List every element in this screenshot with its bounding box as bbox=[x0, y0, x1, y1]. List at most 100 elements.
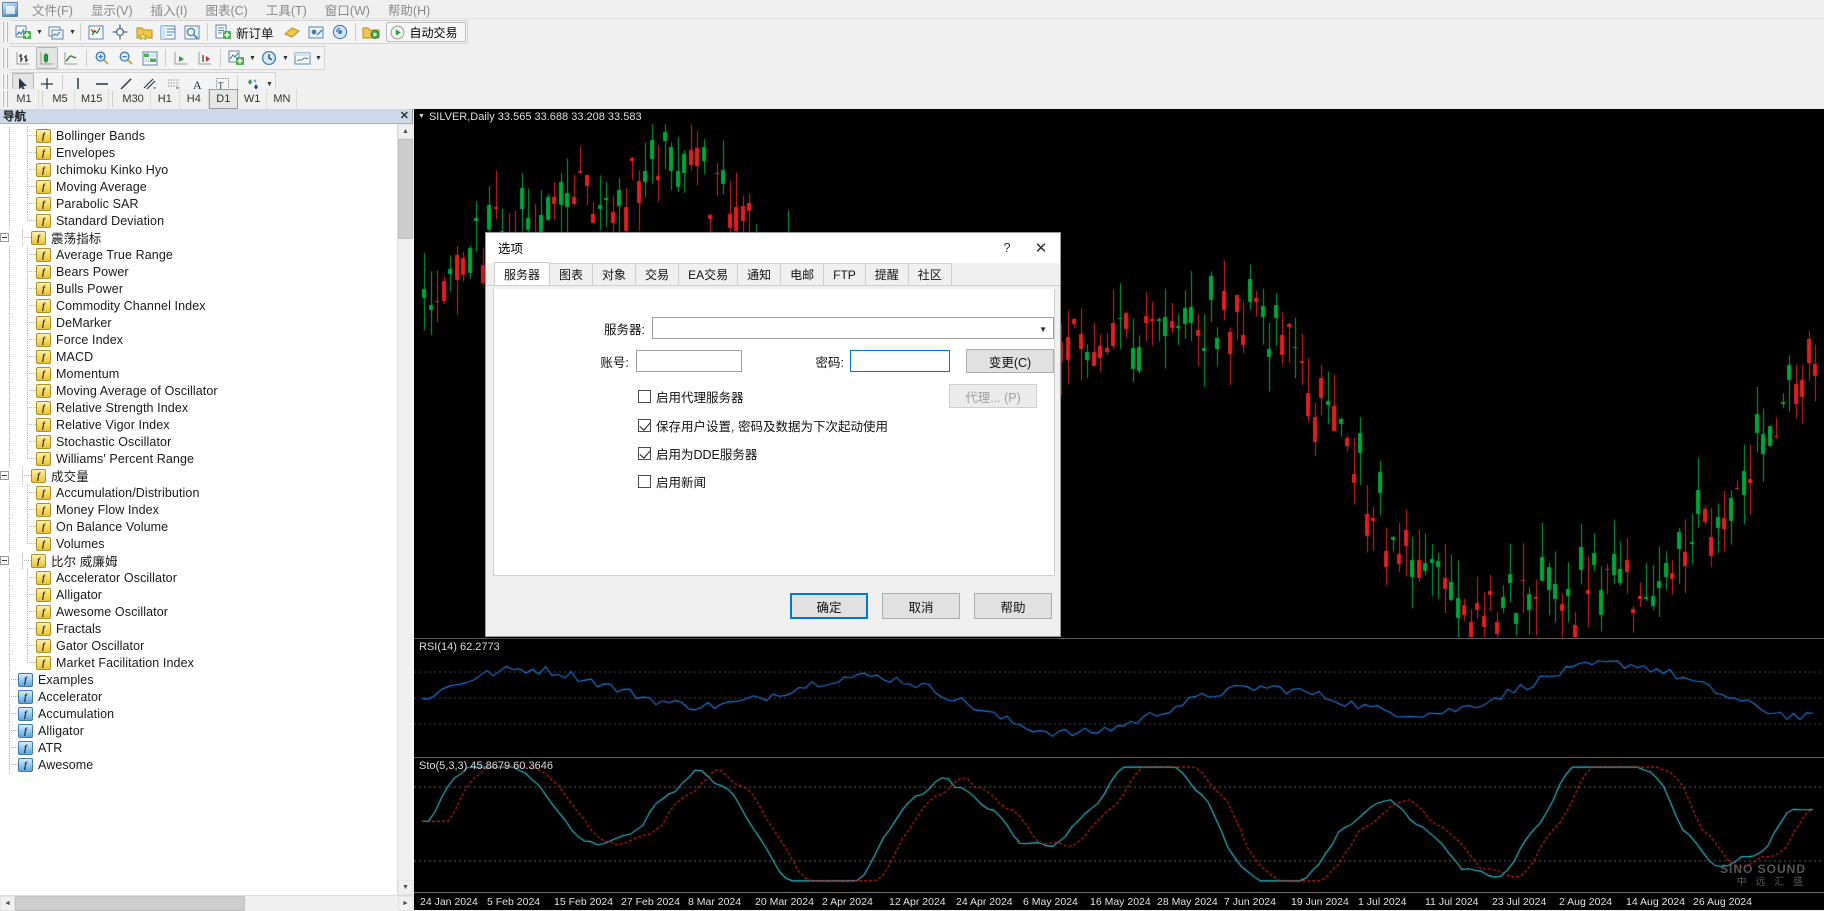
timeframe-d1[interactable]: D1 bbox=[208, 89, 238, 109]
signals-icon[interactable] bbox=[329, 21, 351, 43]
tree-item-row[interactable]: f Alligator bbox=[0, 586, 413, 603]
change-password-button[interactable]: 变更(C) bbox=[966, 349, 1054, 373]
line-chart-icon[interactable] bbox=[60, 47, 82, 69]
tree-item-row[interactable]: f Bulls Power bbox=[0, 280, 413, 297]
navigator-vertical-scrollbar[interactable]: ▲ ▼ bbox=[397, 124, 413, 895]
save-account-info-row[interactable]: 保存用户设置, 密码及数据为下次起动使用 bbox=[638, 416, 888, 435]
timeframe-m1[interactable]: M1 bbox=[10, 89, 39, 109]
scroll-left-icon[interactable]: ◄ bbox=[0, 896, 15, 911]
enable-proxy-server-checkbox[interactable] bbox=[638, 390, 651, 403]
enable-dde-server-row[interactable]: 启用为DDE服务器 bbox=[638, 444, 757, 463]
menu-insert[interactable]: 插入(I) bbox=[142, 0, 197, 21]
navigator-folder-icon[interactable] bbox=[133, 21, 155, 43]
toolbar-grip[interactable] bbox=[2, 91, 8, 107]
new-order-icon[interactable] bbox=[212, 21, 234, 43]
crosshair-icon[interactable] bbox=[109, 21, 131, 43]
tree-item-row[interactable]: f Stochastic Oscillator bbox=[0, 433, 413, 450]
market-watch-icon[interactable] bbox=[85, 21, 107, 43]
candlestick-chart-icon[interactable] bbox=[36, 47, 58, 69]
tree-item-row[interactable]: f Moving Average bbox=[0, 178, 413, 195]
profiles-icon[interactable] bbox=[45, 21, 67, 43]
tree-item-row[interactable]: f Accelerator Oscillator bbox=[0, 569, 413, 586]
templates-dropdown-icon[interactable]: ▼ bbox=[314, 47, 323, 69]
tree-item-row[interactable]: f Standard Deviation bbox=[0, 212, 413, 229]
tree-collapse-icon[interactable] bbox=[0, 556, 9, 565]
autotrade-button[interactable]: 自动交易 bbox=[385, 22, 466, 42]
enable-news-checkbox[interactable] bbox=[638, 475, 651, 488]
toolbar-grip[interactable] bbox=[2, 22, 8, 42]
metaeditor-icon[interactable] bbox=[281, 21, 303, 43]
timeframe-h1[interactable]: H1 bbox=[151, 89, 180, 109]
data-window-icon[interactable] bbox=[139, 47, 161, 69]
tree-item-row[interactable]: f Williams' Percent Range bbox=[0, 450, 413, 467]
tree-collapse-icon[interactable] bbox=[0, 233, 9, 242]
tab-objects[interactable]: 对象 bbox=[592, 263, 637, 285]
templates-icon[interactable] bbox=[291, 47, 313, 69]
help-button[interactable]: 帮助 bbox=[974, 593, 1052, 619]
scroll-up-icon[interactable]: ▲ bbox=[398, 124, 413, 139]
tree-item-row[interactable]: f Force Index bbox=[0, 331, 413, 348]
scrollbar-thumb[interactable] bbox=[398, 139, 413, 239]
tree-group-row[interactable]: f 成交量 bbox=[0, 467, 413, 484]
strategy-tester-icon[interactable] bbox=[181, 21, 203, 43]
timeframe-m15[interactable]: M15 bbox=[75, 89, 110, 109]
enable-dde-server-checkbox[interactable] bbox=[638, 447, 651, 460]
menu-window[interactable]: 窗口(W) bbox=[316, 0, 379, 21]
market-icon[interactable] bbox=[360, 21, 382, 43]
new-chart-icon[interactable] bbox=[12, 21, 34, 43]
new-chart-dropdown-icon[interactable]: ▼ bbox=[35, 21, 44, 43]
options-dialog[interactable]: 选项 ? ✕ 服务器 图表 对象 交易 EA交易 通知 电邮 FTP 提醒 社区… bbox=[485, 232, 1061, 637]
scrollbar-thumb[interactable] bbox=[15, 896, 245, 911]
server-combobox[interactable]: ▼ bbox=[652, 317, 1054, 339]
tree-item-row[interactable]: f Accumulation/Distribution bbox=[0, 484, 413, 501]
save-account-info-checkbox[interactable] bbox=[638, 419, 651, 432]
menu-charts[interactable]: 图表(C) bbox=[196, 0, 256, 21]
tree-item-row[interactable]: f Relative Strength Index bbox=[0, 399, 413, 416]
tree-item-row[interactable]: f Ichimoku Kinko Hyo bbox=[0, 161, 413, 178]
tab-community[interactable]: 社区 bbox=[907, 263, 952, 285]
periods-dropdown-icon[interactable]: ▼ bbox=[281, 47, 290, 69]
navigator-horizontal-scrollbar[interactable]: ◄ ► bbox=[0, 895, 413, 911]
tree-item-row[interactable]: f Average True Range bbox=[0, 246, 413, 263]
proxy-settings-button[interactable]: 代理... (P) bbox=[949, 384, 1037, 408]
tree-item-row[interactable]: f Accelerator bbox=[0, 688, 413, 705]
scroll-right-icon[interactable]: ► bbox=[398, 896, 413, 911]
tree-item-row[interactable]: f Bears Power bbox=[0, 263, 413, 280]
tree-item-row[interactable]: f Momentum bbox=[0, 365, 413, 382]
tab-alerts[interactable]: 提醒 bbox=[864, 263, 909, 285]
bar-chart-icon[interactable] bbox=[12, 47, 34, 69]
tree-item-row[interactable]: f Alligator bbox=[0, 722, 413, 739]
question-mark-icon[interactable]: ? bbox=[992, 233, 1022, 263]
timeframe-w1[interactable]: W1 bbox=[238, 89, 268, 109]
profiles-dropdown-icon[interactable]: ▼ bbox=[68, 21, 77, 43]
tab-email[interactable]: 电邮 bbox=[780, 263, 825, 285]
tree-item-row[interactable]: f Gator Oscillator bbox=[0, 637, 413, 654]
timeframe-m5[interactable]: M5 bbox=[46, 89, 75, 109]
timeframe-h4[interactable]: H4 bbox=[180, 89, 209, 109]
tab-server[interactable]: 服务器 bbox=[494, 262, 551, 285]
ok-button[interactable]: 确定 bbox=[790, 593, 868, 619]
stochastic-pane[interactable]: Sto(5,3,3) 45.8679 60.3646 bbox=[414, 757, 1824, 890]
chart-shift-icon[interactable] bbox=[194, 47, 216, 69]
tab-notifications[interactable]: 通知 bbox=[737, 263, 782, 285]
close-icon[interactable]: ✕ bbox=[1022, 233, 1060, 263]
tree-item-row[interactable]: f Money Flow Index bbox=[0, 501, 413, 518]
terminal-icon[interactable] bbox=[157, 21, 179, 43]
tab-expert-advisors[interactable]: EA交易 bbox=[678, 263, 739, 285]
scroll-down-icon[interactable]: ▼ bbox=[398, 880, 413, 895]
tree-item-row[interactable]: f Relative Vigor Index bbox=[0, 416, 413, 433]
tree-item-row[interactable]: f Awesome bbox=[0, 756, 413, 773]
password-input[interactable] bbox=[850, 350, 950, 372]
tree-item-row[interactable]: f On Balance Volume bbox=[0, 518, 413, 535]
timeframe-mn[interactable]: MN bbox=[267, 89, 298, 109]
new-order-label[interactable]: 新订单 bbox=[235, 23, 280, 42]
tree-item-row[interactable]: f ATR bbox=[0, 739, 413, 756]
zoom-in-icon[interactable] bbox=[91, 47, 113, 69]
tree-item-row[interactable]: f Accumulation bbox=[0, 705, 413, 722]
chevron-down-icon[interactable]: ▼ bbox=[418, 113, 425, 120]
tab-trade[interactable]: 交易 bbox=[635, 263, 680, 285]
tree-item-row[interactable]: f DeMarker bbox=[0, 314, 413, 331]
tree-item-row[interactable]: f Examples bbox=[0, 671, 413, 688]
menu-file[interactable]: 文件(F) bbox=[23, 0, 82, 21]
tree-item-row[interactable]: f Envelopes bbox=[0, 144, 413, 161]
